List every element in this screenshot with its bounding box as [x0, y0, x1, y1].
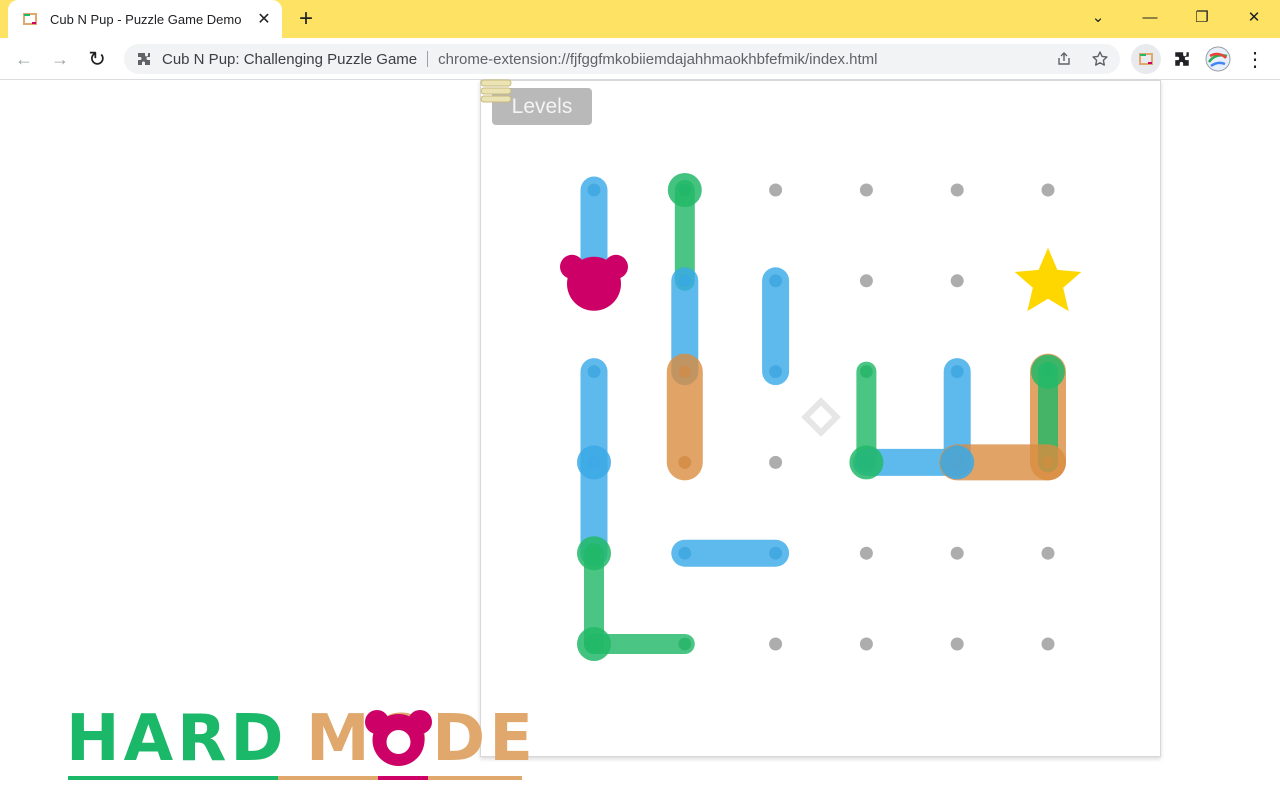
extensions-puzzle-icon[interactable]: [1167, 44, 1197, 74]
grid-dot: [769, 183, 783, 197]
hard-mode-logo: HARD MODE: [60, 700, 533, 790]
menu-list-icon[interactable]: [479, 78, 513, 104]
piece-end-dot: [1042, 456, 1054, 469]
back-button[interactable]: ←: [8, 43, 40, 75]
green-pivot-joint: [667, 173, 702, 207]
piece-end-dot: [678, 365, 691, 378]
browser-menu-button[interactable]: ⋮: [1239, 43, 1271, 75]
tab-strip: Cub N Pup - Puzzle Game Demo ✕ + ⌄ — ❐ ✕: [0, 0, 1280, 38]
close-window-icon[interactable]: ✕: [1228, 0, 1280, 34]
grid-dot: [1041, 637, 1055, 651]
grid-dot: [859, 274, 873, 288]
game-panel: Levels: [479, 78, 1162, 758]
piece-end-dot: [678, 547, 691, 560]
new-tab-button[interactable]: +: [292, 5, 320, 33]
url-text[interactable]: chrome-extension://fjfggfmkobiiemdajahhm…: [438, 51, 877, 68]
share-icon[interactable]: [1052, 47, 1076, 71]
tab-title: Cub N Pup - Puzzle Game Demo: [50, 11, 242, 27]
piece-end-dot: [588, 184, 600, 196]
grid-dot: [950, 183, 964, 197]
bookmark-star-icon[interactable]: [1088, 47, 1112, 71]
green-pivot-joint: [577, 627, 611, 661]
restore-window-icon[interactable]: ❐: [1176, 0, 1228, 34]
browser-tab-active[interactable]: Cub N Pup - Puzzle Game Demo ✕: [8, 0, 282, 38]
blue-pivot-joint: [577, 445, 611, 480]
extension-favicon-icon[interactable]: [1131, 44, 1161, 74]
logo-word-hard: HARD: [66, 702, 288, 776]
diamond-hint-icon: [801, 397, 841, 437]
grid-dot: [859, 637, 873, 651]
piece-end-dot: [588, 365, 600, 378]
piece-end-dot: [769, 274, 782, 287]
piece-end-dot: [860, 365, 873, 378]
grid-dot: [1041, 183, 1055, 197]
logo-underline: [68, 776, 522, 780]
green-pivot-joint: [1031, 354, 1065, 389]
grid-dot: [859, 546, 873, 560]
grid-dot: [859, 183, 873, 197]
goal-star-icon: [1014, 247, 1082, 312]
bear-head-icon: [365, 710, 432, 766]
forward-button[interactable]: →: [44, 43, 76, 75]
extension-favicon-icon: [22, 11, 38, 27]
grid-dot: [950, 274, 964, 288]
blue-pivot-joint: [940, 445, 975, 480]
grid-dot: [1041, 546, 1055, 560]
omnibox-separator: [427, 51, 429, 67]
piece-end-dot: [678, 456, 691, 469]
game-board[interactable]: [481, 81, 1162, 758]
piece-end-dot: [678, 274, 691, 287]
browser-toolbar: ← → ↻ Cub N Pup: Challenging Puzzle Game…: [0, 38, 1280, 80]
bear-player-icon[interactable]: [567, 256, 621, 311]
piece-end-dot: [769, 365, 782, 378]
grid-dot: [950, 546, 964, 560]
piece-end-dot: [951, 365, 964, 378]
grid-dot: [769, 637, 783, 651]
profile-avatar-icon[interactable]: [1203, 44, 1233, 74]
reload-button[interactable]: ↻: [81, 43, 113, 75]
piece-end-dot: [769, 547, 782, 560]
minimize-window-icon[interactable]: —: [1124, 0, 1176, 34]
green-pivot-joint: [577, 536, 611, 571]
close-tab-icon[interactable]: ✕: [250, 5, 278, 33]
tab-search-icon[interactable]: ⌄: [1072, 0, 1124, 34]
grid-dot: [950, 637, 964, 651]
grid-dot: [769, 455, 783, 469]
green-pivot-joint: [849, 445, 884, 480]
address-bar[interactable]: Cub N Pup: Challenging Puzzle Game chrom…: [124, 44, 1120, 74]
puzzle-piece-icon: [136, 51, 152, 67]
piece-end-dot: [678, 638, 691, 650]
site-name: Cub N Pup: Challenging Puzzle Game: [162, 50, 418, 68]
